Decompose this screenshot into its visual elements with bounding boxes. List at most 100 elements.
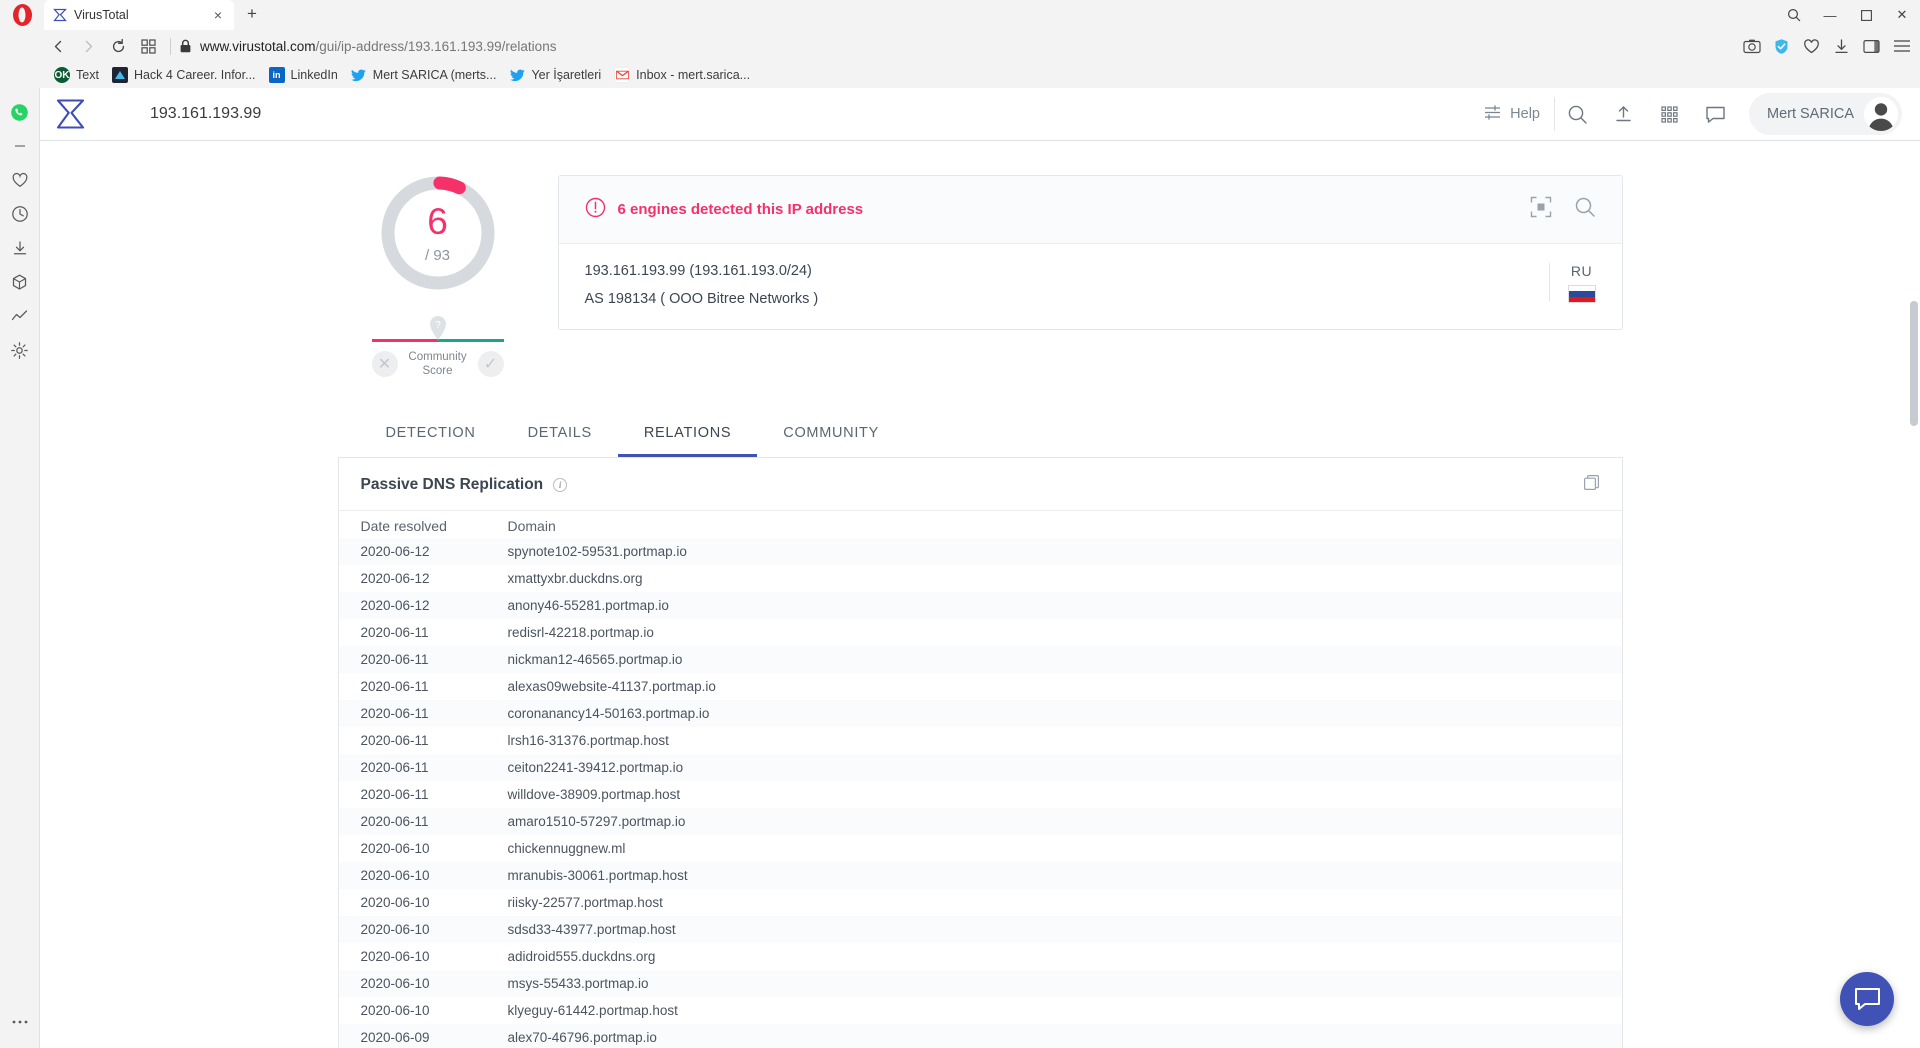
new-tab-button[interactable]: +	[238, 0, 266, 28]
cell-domain[interactable]: anony46-55281.portmap.io	[503, 591, 1622, 619]
table-row[interactable]: 2020-06-10 sdsd33-43977.portmap.host	[338, 915, 1622, 943]
help-button[interactable]: Help	[1469, 103, 1554, 126]
upload-icon[interactable]	[1601, 88, 1647, 141]
settings-gear-icon[interactable]	[4, 334, 36, 366]
virustotal-app: 193.161.193.99 Help Mert SARICA 6 / 93 ?…	[40, 88, 1920, 1048]
vote-up-button[interactable]: ✓	[477, 351, 504, 378]
collapse-icon[interactable]	[4, 130, 36, 162]
cell-domain[interactable]: ceiton2241-39412.portmap.io	[503, 753, 1622, 781]
reload-button[interactable]	[104, 33, 132, 59]
table-row[interactable]: 2020-06-10 mranubis-30061.portmap.host	[338, 861, 1622, 889]
cell-domain[interactable]: msys-55433.portmap.io	[503, 969, 1622, 997]
cell-domain[interactable]: redisrl-42218.portmap.io	[504, 619, 1622, 646]
cell-domain[interactable]: klyeguy-61442.portmap.host	[504, 997, 1622, 1024]
cell-domain[interactable]: sdsd33-43977.portmap.host	[503, 915, 1622, 943]
snapshot-icon[interactable]	[1741, 36, 1762, 57]
cell-domain[interactable]: willdove-38909.portmap.host	[504, 781, 1622, 808]
copy-icon[interactable]	[1583, 474, 1600, 496]
tab-relations[interactable]: RELATIONS	[617, 411, 758, 457]
table-row[interactable]: 2020-06-11 coronanancy14-50163.portmap.io	[338, 699, 1622, 727]
chat-bubble-icon[interactable]	[1840, 972, 1894, 1026]
bookmark-item[interactable]: Mert SARICA (merts...	[347, 65, 506, 85]
table-row[interactable]: 2020-06-11 lrsh16-31376.portmap.host	[339, 727, 1622, 754]
cell-domain[interactable]: adidroid555.duckdns.org	[504, 943, 1622, 970]
page-scrollbar[interactable]	[1908, 141, 1920, 1048]
table-row[interactable]: 2020-06-09 alex70-46796.portmap.io	[338, 1023, 1622, 1048]
table-row[interactable]: 2020-06-11 ceiton2241-39412.portmap.io	[338, 753, 1622, 781]
cell-domain[interactable]: chickennuggnew.ml	[504, 835, 1622, 862]
expand-icon[interactable]	[1530, 196, 1552, 223]
tab-community[interactable]: COMMUNITY	[757, 411, 905, 457]
cell-date-resolved: 2020-06-12	[360, 570, 430, 586]
cell-domain[interactable]: nickman12-46565.portmap.io	[503, 645, 1622, 673]
whatsapp-icon[interactable]	[4, 96, 36, 128]
bookmark-item[interactable]: Hack 4 Career. Infor...	[108, 65, 265, 85]
speed-dial-icon[interactable]	[134, 33, 162, 59]
table-row[interactable]: 2020-06-11 alexas09website-41137.portmap.…	[339, 673, 1622, 700]
bookmark-item[interactable]: Yer İşaretleri	[505, 65, 610, 85]
comment-icon[interactable]	[1693, 88, 1739, 141]
cell-domain[interactable]: xmattyxbr.duckdns.org	[504, 565, 1622, 592]
vpn-shield-icon[interactable]	[1771, 36, 1792, 57]
downloads-icon[interactable]	[1831, 36, 1852, 57]
minimize-button[interactable]: —	[1812, 0, 1848, 30]
card-search-icon[interactable]	[1574, 196, 1596, 223]
download-icon[interactable]	[4, 232, 36, 264]
back-button[interactable]	[44, 33, 72, 59]
table-row[interactable]: 2020-06-12 anony46-55281.portmap.io	[338, 591, 1622, 619]
cell-domain[interactable]: coronanancy14-50163.portmap.io	[503, 699, 1622, 727]
ip-address-line: 193.161.193.99 (193.161.193.0/24)	[584, 263, 812, 279]
info-icon[interactable]: i	[553, 477, 568, 492]
heart-icon[interactable]	[4, 164, 36, 196]
browser-tab-virustotal[interactable]: VirusTotal ×	[44, 0, 234, 30]
tab-detection[interactable]: DETECTION	[360, 411, 502, 457]
address-bar[interactable]: www.virustotal.com/gui/ip-address/193.16…	[179, 33, 1729, 59]
cell-domain[interactable]: lrsh16-31376.portmap.host	[504, 727, 1622, 754]
tab-close-icon[interactable]: ×	[210, 7, 226, 23]
table-row[interactable]: 2020-06-10 klyeguy-61442.portmap.host	[339, 997, 1622, 1024]
bookmark-heart-icon[interactable]	[1801, 36, 1822, 57]
column-domain: Domain	[503, 510, 1622, 538]
close-window-button[interactable]: ✕	[1884, 0, 1920, 30]
table-row[interactable]: 2020-06-10 riisky-22577.portmap.host	[339, 889, 1622, 916]
bookmark-item[interactable]: in LinkedIn	[265, 65, 347, 85]
table-row[interactable]: 2020-06-10 adidroid555.duckdns.org	[339, 943, 1622, 970]
table-row[interactable]: 2020-06-10 chickennuggnew.ml	[339, 835, 1622, 862]
opera-main-menu-icon[interactable]	[1891, 36, 1912, 57]
cell-domain[interactable]: alex70-46796.portmap.io	[503, 1023, 1622, 1048]
apps-grid-icon[interactable]	[1647, 88, 1693, 141]
tab-details[interactable]: DETAILS	[502, 411, 618, 457]
table-row[interactable]: 2020-06-10 msys-55433.portmap.io	[338, 969, 1622, 997]
community-label-line1: Community	[408, 351, 467, 363]
search-window-icon[interactable]	[1776, 0, 1812, 30]
more-options-icon[interactable]	[4, 1006, 36, 1038]
table-row[interactable]: 2020-06-11 willdove-38909.portmap.host	[339, 781, 1622, 808]
forward-button[interactable]	[74, 33, 102, 59]
user-menu[interactable]: Mert SARICA	[1748, 93, 1902, 135]
extensions-icon[interactable]	[4, 266, 36, 298]
table-header-row: Date resolved Domain	[338, 510, 1622, 538]
vt-search-input[interactable]: 193.161.193.99	[102, 88, 1469, 141]
vote-down-button[interactable]: ✕	[371, 351, 398, 378]
cell-domain[interactable]: amaro1510-57297.portmap.io	[503, 807, 1622, 835]
history-icon[interactable]	[4, 198, 36, 230]
table-row[interactable]: 2020-06-11 nickman12-46565.portmap.io	[338, 645, 1622, 673]
analytics-icon[interactable]	[4, 300, 36, 332]
sidebar-toggle-icon[interactable]	[1861, 36, 1882, 57]
cell-domain[interactable]: alexas09website-41137.portmap.io	[504, 673, 1622, 700]
cell-domain[interactable]: spynote102-59531.portmap.io	[503, 537, 1622, 565]
cell-domain[interactable]: mranubis-30061.portmap.host	[503, 861, 1622, 889]
table-row[interactable]: 2020-06-11 redisrl-42218.portmap.io	[339, 619, 1622, 646]
scrollbar-thumb[interactable]	[1910, 301, 1918, 426]
opera-menu-button[interactable]	[0, 0, 44, 30]
bookmark-item[interactable]: Inbox - mert.sarica...	[610, 65, 759, 85]
virustotal-logo[interactable]	[40, 97, 102, 131]
table-row[interactable]: 2020-06-12 spynote102-59531.portmap.io	[338, 537, 1622, 565]
table-row[interactable]: 2020-06-11 amaro1510-57297.portmap.io	[338, 807, 1622, 835]
header-search-icon[interactable]	[1555, 88, 1601, 141]
bookmark-item[interactable]: OK Text	[50, 65, 108, 85]
table-row[interactable]: 2020-06-12 xmattyxbr.duckdns.org	[339, 565, 1622, 592]
maximize-button[interactable]	[1848, 0, 1884, 30]
cell-domain[interactable]: riisky-22577.portmap.host	[504, 889, 1622, 916]
virustotal-favicon-icon	[52, 8, 67, 23]
